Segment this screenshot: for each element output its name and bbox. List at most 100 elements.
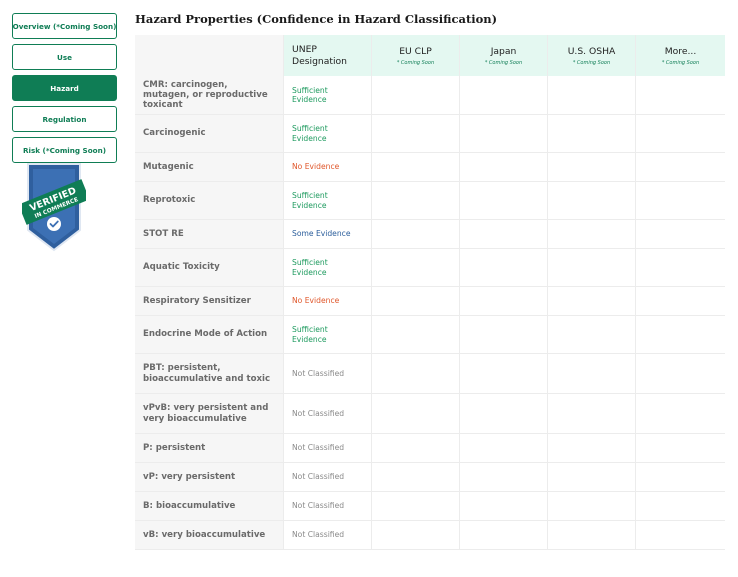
- cell-japan: [460, 249, 548, 286]
- cell-more: [636, 76, 725, 114]
- unep-designation-value: Not Classified: [284, 521, 372, 549]
- cell-eu-clp: [372, 287, 460, 315]
- cell-us-osha: [548, 182, 636, 219]
- header-unep: UNEP Designation: [284, 35, 372, 76]
- unep-designation-value: Some Evidence: [284, 220, 372, 248]
- hazard-label: vPvB: very persistent and very bioaccumu…: [135, 394, 284, 433]
- cell-more: [636, 153, 725, 181]
- cell-japan: [460, 394, 548, 433]
- cell-japan: [460, 220, 548, 248]
- cell-japan: [460, 115, 548, 152]
- unep-designation-value: Not Classified: [284, 394, 372, 433]
- hazard-label: P: persistent: [135, 434, 284, 462]
- unep-designation-value: Not Classified: [284, 434, 372, 462]
- cell-us-osha: [548, 316, 636, 353]
- nav-overview-button[interactable]: Overview (*Coming Soon): [12, 13, 117, 39]
- cell-japan: [460, 463, 548, 491]
- cell-eu-clp: [372, 115, 460, 152]
- cell-japan: [460, 76, 548, 114]
- header-unep-line1: UNEP: [292, 44, 317, 55]
- cell-us-osha: [548, 463, 636, 491]
- sidebar-nav: Overview (*Coming Soon) Use Hazard Regul…: [12, 13, 117, 168]
- cell-eu-clp: [372, 153, 460, 181]
- cell-us-osha: [548, 220, 636, 248]
- cell-more: [636, 492, 725, 520]
- cell-eu-clp: [372, 316, 460, 353]
- cell-eu-clp: [372, 354, 460, 393]
- unep-designation-value: Not Classified: [284, 492, 372, 520]
- cell-eu-clp: [372, 182, 460, 219]
- cell-more: [636, 316, 725, 353]
- unep-designation-value: Sufficient Evidence: [284, 316, 372, 353]
- hazard-label: Respiratory Sensitizer: [135, 287, 284, 315]
- header-empty-cell: [135, 35, 284, 76]
- cell-japan: [460, 316, 548, 353]
- hazard-label: B: bioaccumulative: [135, 492, 284, 520]
- header-eu-clp: EU CLP * Coming Soon: [372, 35, 460, 76]
- cell-more: [636, 463, 725, 491]
- cell-japan: [460, 182, 548, 219]
- cell-eu-clp: [372, 521, 460, 549]
- cell-us-osha: [548, 115, 636, 152]
- cell-us-osha: [548, 76, 636, 114]
- cell-us-osha: [548, 434, 636, 462]
- table-header-row: UNEP Designation EU CLP * Coming Soon Ja…: [135, 35, 725, 76]
- table-row: vB: very bioaccumulative Not Classified: [135, 521, 725, 550]
- hazard-label: CMR: carcinogen, mutagen, or reproductiv…: [135, 76, 284, 114]
- header-reg-name: U.S. OSHA: [567, 45, 616, 57]
- cell-japan: [460, 287, 548, 315]
- cell-us-osha: [548, 521, 636, 549]
- table-row: vPvB: very persistent and very bioaccumu…: [135, 394, 725, 434]
- cell-eu-clp: [372, 463, 460, 491]
- hazard-label: Reprotoxic: [135, 182, 284, 219]
- cell-eu-clp: [372, 76, 460, 114]
- cell-more: [636, 354, 725, 393]
- cell-us-osha: [548, 354, 636, 393]
- cell-japan: [460, 434, 548, 462]
- check-icon: [47, 217, 61, 231]
- nav-hazard-button[interactable]: Hazard: [12, 75, 117, 101]
- header-reg-name: More...: [664, 45, 697, 57]
- unep-designation-value: Sufficient Evidence: [284, 249, 372, 286]
- unep-designation-value: Sufficient Evidence: [284, 182, 372, 219]
- table-body: CMR: carcinogen, mutagen, or reproductiv…: [135, 76, 725, 550]
- table-row: B: bioaccumulative Not Classified: [135, 492, 725, 521]
- hazard-table: UNEP Designation EU CLP * Coming Soon Ja…: [135, 35, 725, 550]
- cell-more: [636, 115, 725, 152]
- table-row: P: persistent Not Classified: [135, 434, 725, 463]
- cell-us-osha: [548, 394, 636, 433]
- coming-soon-note: * Coming Soon: [572, 59, 611, 66]
- cell-more: [636, 182, 725, 219]
- cell-more: [636, 434, 725, 462]
- table-row: vP: very persistent Not Classified: [135, 463, 725, 492]
- cell-us-osha: [548, 287, 636, 315]
- nav-use-button[interactable]: Use: [12, 44, 117, 70]
- cell-eu-clp: [372, 220, 460, 248]
- cell-eu-clp: [372, 394, 460, 433]
- unep-designation-value: No Evidence: [284, 287, 372, 315]
- table-row: Aquatic Toxicity Sufficient Evidence: [135, 249, 725, 287]
- table-row: Respiratory Sensitizer No Evidence: [135, 287, 725, 316]
- header-unep-line2: Designation: [292, 55, 347, 67]
- cell-us-osha: [548, 153, 636, 181]
- header-more: More... * Coming Soon: [636, 35, 725, 76]
- cell-more: [636, 521, 725, 549]
- coming-soon-note: * Coming Soon: [661, 59, 700, 66]
- unep-designation-value: Not Classified: [284, 463, 372, 491]
- unep-designation-value: No Evidence: [284, 153, 372, 181]
- coming-soon-note: * Coming Soon: [396, 59, 435, 66]
- cell-japan: [460, 153, 548, 181]
- hazard-label: vP: very persistent: [135, 463, 284, 491]
- hazard-label: STOT RE: [135, 220, 284, 248]
- table-row: Carcinogenic Sufficient Evidence: [135, 115, 725, 153]
- hazard-label: Carcinogenic: [135, 115, 284, 152]
- cell-us-osha: [548, 492, 636, 520]
- table-row: STOT RE Some Evidence: [135, 220, 725, 249]
- cell-us-osha: [548, 249, 636, 286]
- nav-regulation-button[interactable]: Regulation: [12, 106, 117, 132]
- cell-eu-clp: [372, 492, 460, 520]
- hazard-label: Aquatic Toxicity: [135, 249, 284, 286]
- table-row: Mutagenic No Evidence: [135, 153, 725, 182]
- hazard-label: Endocrine Mode of Action: [135, 316, 284, 353]
- cell-japan: [460, 354, 548, 393]
